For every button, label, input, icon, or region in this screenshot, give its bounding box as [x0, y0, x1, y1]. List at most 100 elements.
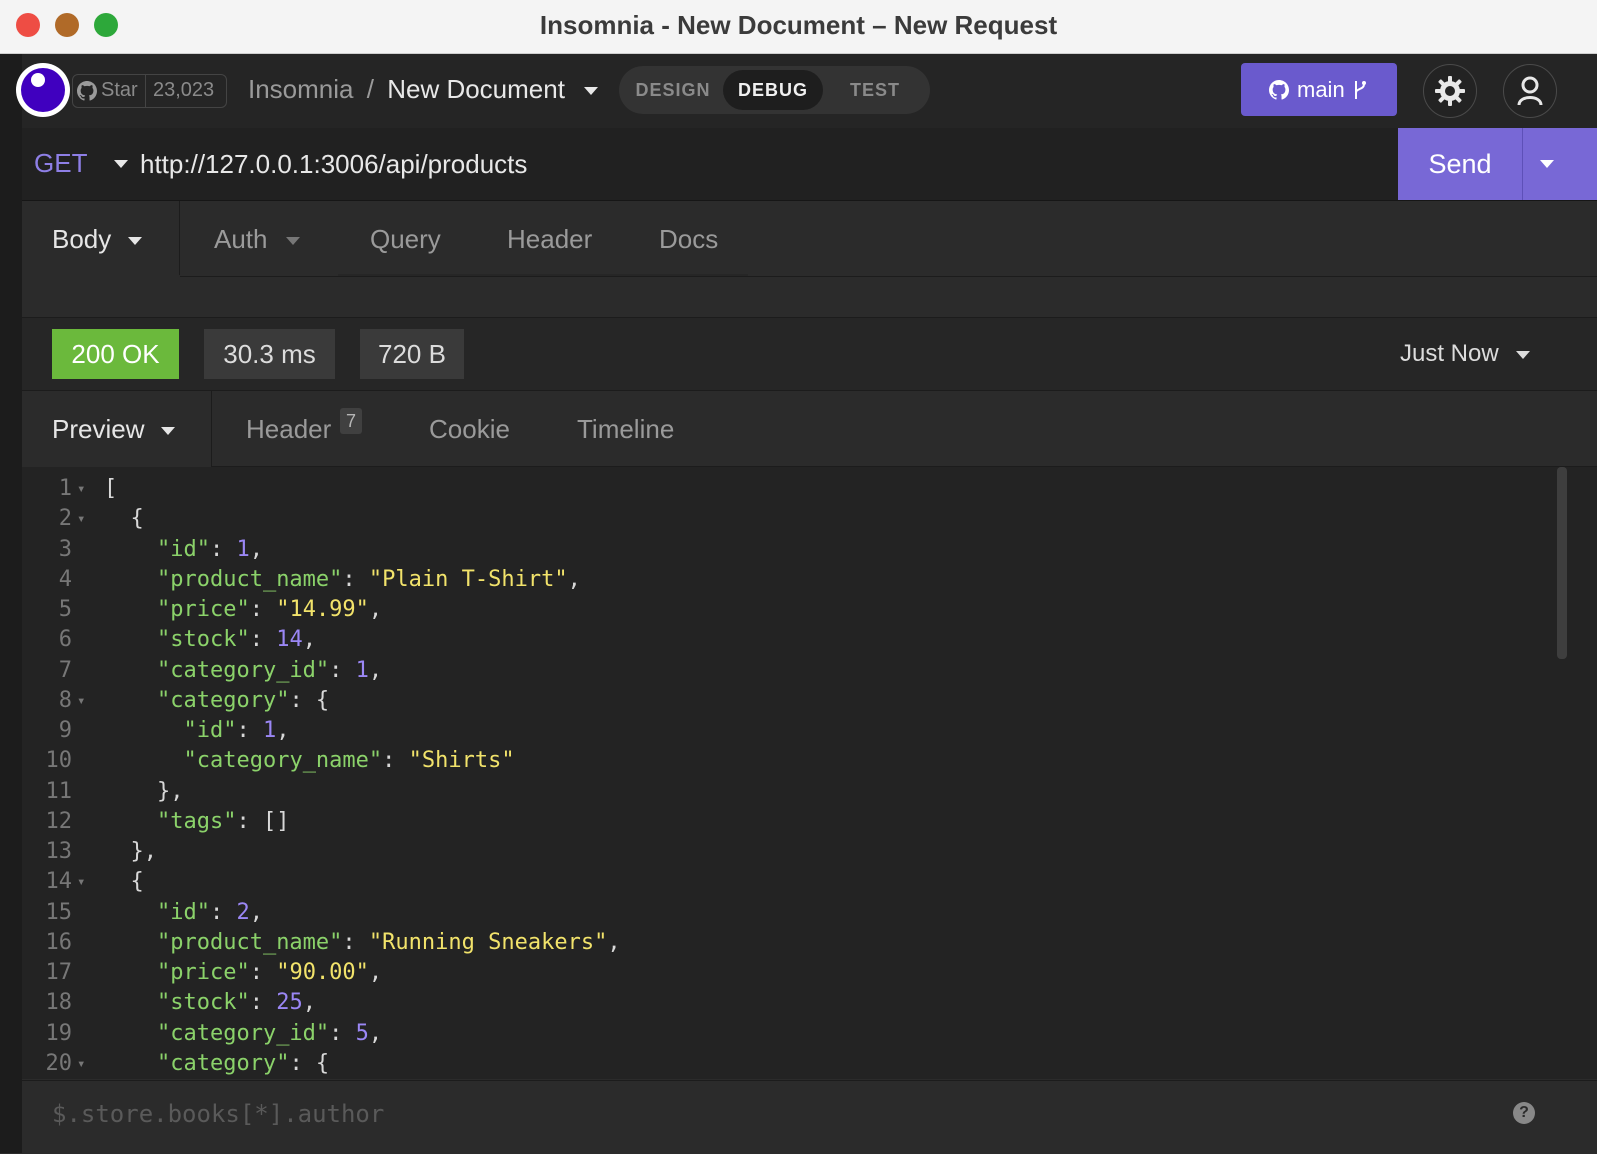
chevron-down-icon	[127, 237, 142, 246]
star-divider	[145, 75, 146, 107]
code-text: "product_name": "Running Sneakers",	[156, 929, 621, 955]
line-number: 16	[45, 929, 73, 955]
line-number: 19	[45, 1020, 73, 1046]
code-text: },	[104, 778, 184, 804]
tab-preview[interactable]: Preview	[52, 414, 176, 445]
code-line: 19 "category_id": 5,	[22, 1019, 1552, 1049]
logo-dot	[31, 73, 45, 87]
tab-response-header[interactable]: Header	[246, 414, 331, 445]
star-count: 23,023	[153, 79, 215, 101]
fold-toggle-icon[interactable]: ▾	[77, 474, 85, 504]
header-count-badge: 7	[340, 408, 362, 434]
response-history-dropdown[interactable]: Just Now	[1400, 340, 1531, 368]
chevron-down-icon	[160, 427, 175, 436]
code-line: 9 "id": 1,	[22, 716, 1552, 746]
send-options-button[interactable]	[1523, 128, 1597, 200]
code-line: 13 },	[22, 837, 1552, 867]
code-text: "category_id": 5,	[156, 1020, 383, 1046]
fold-toggle-icon[interactable]: ▾	[77, 867, 85, 897]
send-divider	[1522, 128, 1523, 200]
code-line: 1 ▾ [	[22, 474, 1552, 504]
tab-test[interactable]: TEST	[825, 70, 925, 110]
code-text: "tags": []	[156, 808, 290, 834]
line-number: 17	[45, 960, 73, 985]
code-text: "id": 2,	[156, 899, 263, 925]
tab-underline	[338, 274, 748, 276]
github-icon	[77, 81, 97, 101]
settings-button[interactable]	[1423, 64, 1477, 118]
request-body-area[interactable]	[22, 277, 1597, 318]
tab-divider	[211, 391, 212, 467]
status-badge: 200 OK	[52, 329, 179, 379]
code-line: 6 "stock": 14,	[22, 625, 1552, 655]
tab-divider	[179, 201, 180, 276]
line-number: 3	[58, 536, 72, 562]
tab-query[interactable]: Query	[370, 224, 441, 255]
account-button[interactable]	[1503, 64, 1557, 118]
tab-timeline[interactable]: Timeline	[577, 414, 674, 445]
code-text: {	[104, 869, 144, 895]
code-text: "id": 1,	[183, 718, 290, 743]
code-line: 17 "price": "90.00",	[22, 958, 1552, 988]
chevron-down-icon	[285, 237, 300, 246]
line-number: 11	[45, 778, 73, 804]
fold-toggle-icon[interactable]: ▾	[77, 686, 85, 716]
breadcrumb-app[interactable]: Insomnia	[248, 74, 354, 104]
code-text: "id": 1,	[156, 536, 263, 562]
tab-debug[interactable]: DEBUG	[723, 70, 823, 110]
user-icon	[1517, 76, 1543, 106]
chevron-down-icon	[1540, 160, 1554, 168]
code-line: 20 ▾ "category": {	[22, 1049, 1552, 1079]
chevron-down-icon[interactable]	[582, 85, 600, 97]
tab-cookie[interactable]: Cookie	[429, 414, 510, 445]
tab-design[interactable]: DESIGN	[625, 70, 721, 110]
code-line: 14 ▾ {	[22, 867, 1552, 897]
mode-tabs: DESIGN DEBUG TEST	[619, 66, 930, 114]
code-text: "category": {	[156, 687, 330, 713]
jsonpath-filter-input[interactable]	[52, 1096, 1452, 1132]
line-number: 13	[45, 839, 73, 864]
github-icon	[1269, 80, 1289, 100]
line-number: 7	[58, 657, 72, 683]
code-text: "stock": 14,	[156, 627, 316, 653]
code-text: "category_id": 1,	[156, 657, 383, 683]
chevron-down-icon	[1516, 350, 1531, 359]
branch-label: main	[1297, 77, 1345, 102]
chevron-down-icon[interactable]	[113, 158, 129, 170]
response-size-badge: 720 B	[360, 329, 464, 379]
tab-body[interactable]: Body	[52, 224, 143, 255]
fold-toggle-icon[interactable]: ▾	[77, 1049, 85, 1079]
response-time-badge: 30.3 ms	[204, 329, 335, 379]
line-number: 2	[58, 506, 72, 532]
line-number: 18	[45, 990, 73, 1016]
star-label: Star	[101, 79, 138, 101]
tab-auth-label: Auth	[214, 224, 268, 254]
response-preview-editor[interactable]: 1 ▾[2 ▾ {3 "id": 1, 4 "product_name": "Plai…	[22, 467, 1597, 1079]
line-number: 20	[45, 1050, 73, 1076]
url-input[interactable]	[140, 146, 1340, 182]
help-icon[interactable]: ?	[1513, 1102, 1535, 1124]
github-star-button[interactable]: Star 23,023	[72, 74, 227, 108]
line-number: 9	[58, 718, 72, 743]
code-line: 15 "id": 2,	[22, 898, 1552, 928]
git-branch-button[interactable]: main	[1241, 63, 1397, 116]
line-number: 12	[45, 808, 73, 834]
tab-header[interactable]: Header	[507, 224, 592, 255]
window-title: Insomnia - New Document – New Request	[539, 10, 1058, 40]
tab-auth[interactable]: Auth	[214, 224, 301, 255]
line-number: 1	[58, 476, 72, 501]
tab-preview-label: Preview	[52, 414, 145, 444]
code-line: 8 ▾ "category": {	[22, 686, 1552, 716]
git-branch-icon	[1355, 81, 1366, 99]
code-text: {	[104, 506, 144, 532]
breadcrumb-document[interactable]: New Document	[387, 74, 565, 104]
editor-scrollbar[interactable]	[1557, 467, 1567, 659]
send-button[interactable]: Send	[1398, 128, 1522, 200]
http-method-selector[interactable]: GET	[34, 148, 87, 179]
tab-docs[interactable]: Docs	[659, 224, 718, 255]
gear-icon	[1435, 76, 1465, 106]
code-line: 2 ▾ {	[22, 504, 1552, 534]
line-number: 14	[45, 869, 73, 895]
fold-toggle-icon[interactable]: ▾	[77, 504, 85, 534]
line-number: 5	[58, 597, 72, 622]
